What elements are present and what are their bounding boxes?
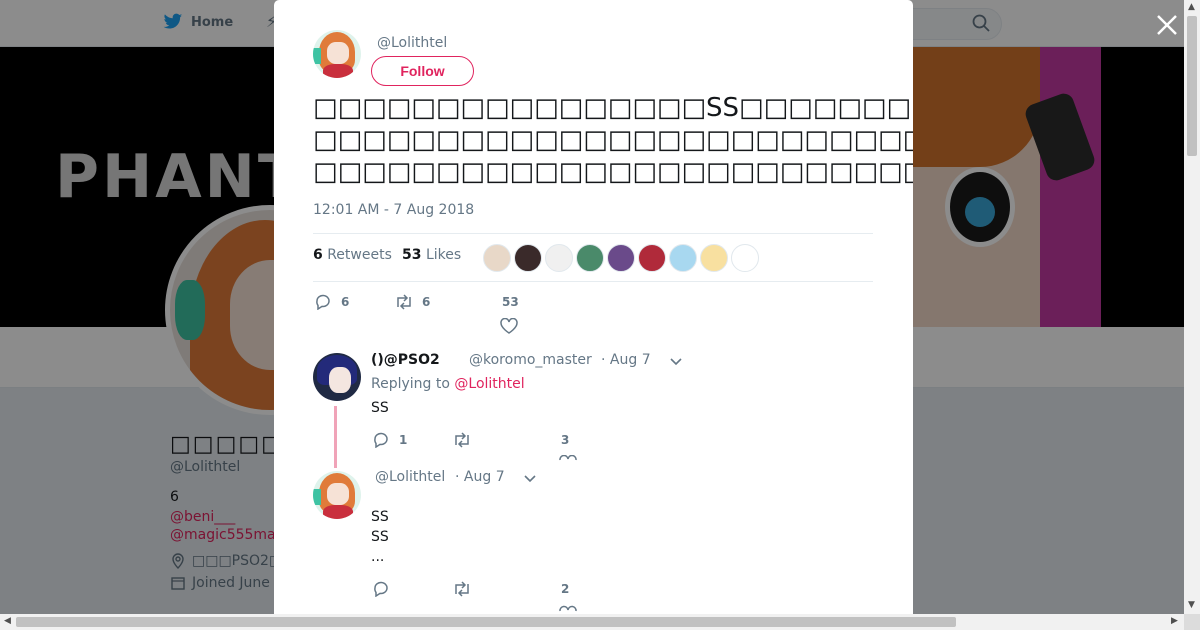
replying-prefix: Replying to: [371, 376, 450, 392]
likes-count: 53: [402, 247, 422, 263]
retweet-icon: [455, 432, 469, 448]
retweet-button[interactable]: [452, 432, 472, 448]
replying-to: Replying to @Lolithtel: [371, 376, 525, 392]
reply-icon: [374, 581, 388, 597]
liker-avatar[interactable]: [514, 244, 542, 272]
scrollbar-corner: [1184, 614, 1200, 630]
scroll-up-arrow-icon[interactable]: ▲: [1188, 2, 1195, 12]
follow-button[interactable]: Follow: [371, 56, 474, 86]
tweet-stats: 6 Retweets 53 Likes: [313, 233, 873, 282]
vertical-scroll-thumb[interactable]: [1187, 16, 1197, 156]
reply-count: 1: [399, 433, 408, 447]
reply-text: SS SS ...: [371, 507, 389, 567]
horizontal-scrollbar[interactable]: ◀ ▶: [0, 614, 1184, 630]
reply-text: SS: [371, 400, 389, 416]
retweets-label: Retweets: [327, 247, 392, 263]
retweets-count: 6: [313, 247, 323, 263]
reply-author-handle[interactable]: @koromo_master: [469, 352, 592, 368]
avatar-face: [327, 483, 349, 505]
thread-line: [334, 406, 337, 468]
like-count: 2: [561, 582, 570, 596]
avatar-face: [327, 42, 349, 64]
avatar-body: [323, 505, 353, 519]
reply-date[interactable]: · Aug 7: [455, 469, 505, 485]
like-count: 53: [502, 295, 519, 309]
like-count: 3: [561, 433, 570, 447]
replying-to-link[interactable]: @Lolithtel: [454, 376, 524, 392]
reply-icon: [374, 432, 388, 448]
retweets-stat[interactable]: 6 Retweets: [313, 247, 392, 263]
scroll-left-arrow-icon[interactable]: ◀: [4, 616, 11, 626]
tweet-timestamp[interactable]: 12:01 AM - 7 Aug 2018: [313, 202, 474, 218]
author-avatar[interactable]: [313, 30, 361, 78]
retweet-icon: [455, 581, 469, 597]
scroll-down-arrow-icon[interactable]: ▼: [1188, 600, 1195, 610]
reply-count: 6: [341, 295, 350, 309]
tweet-line: □□□□□□□□□□□□□□□□□□□□□□□□□□□□□□□□□□□□□□□: [313, 125, 913, 155]
reply-avatar[interactable]: [313, 353, 361, 401]
heart-icon[interactable]: [500, 318, 518, 334]
likes-stat[interactable]: 53 Likes: [402, 247, 461, 263]
liker-avatar[interactable]: [607, 244, 635, 272]
tweet-modal: @Lolithtel Follow □□□□□□□□□□□□□□□□SS□□□□…: [274, 0, 913, 614]
avatar-accent: [313, 48, 321, 64]
tweet-line: □□□□□□□□□□□□□□□□SS□□□□□□□□□□□□□□□□□□□□□□…: [313, 93, 913, 123]
tweet-text: □□□□□□□□□□□□□□□□SS□□□□□□□ □□□□□□□□□□□□□□□…: [313, 92, 913, 188]
heart-icon[interactable]: [559, 604, 577, 614]
chevron-down-icon[interactable]: [670, 355, 682, 367]
retweet-button[interactable]: 6: [394, 294, 430, 310]
avatar-accent: [313, 489, 321, 505]
tweet-line: □□□□□□□□□□□□□□□□□□□□□□□□□□□□□□□□□□□□□□□□…: [313, 157, 913, 187]
reply-icon: [316, 294, 330, 310]
avatar-face: [329, 367, 351, 393]
reply-button[interactable]: 1: [373, 432, 407, 448]
reply-author-handle[interactable]: @Lolithtel: [375, 469, 445, 485]
liker-avatar[interactable]: [731, 244, 759, 272]
liker-avatar[interactable]: [576, 244, 604, 272]
reply-button[interactable]: 6: [315, 294, 349, 310]
scroll-right-arrow-icon[interactable]: ▶: [1171, 616, 1178, 626]
retweet-button[interactable]: [452, 581, 472, 597]
reply-author-name[interactable]: ()@PSO2: [371, 352, 440, 368]
chevron-down-icon[interactable]: [524, 472, 536, 484]
reply-line: SS: [371, 509, 389, 525]
liker-avatar[interactable]: [700, 244, 728, 272]
liker-avatar[interactable]: [638, 244, 666, 272]
reply-line: ...: [371, 549, 385, 565]
likes-label: Likes: [425, 247, 462, 263]
heart-icon[interactable]: [559, 455, 577, 461]
liker-avatar[interactable]: [483, 244, 511, 272]
vertical-scrollbar[interactable]: ▲ ▼: [1184, 0, 1200, 614]
reply-line: SS: [371, 529, 389, 545]
horizontal-scroll-thumb[interactable]: [16, 617, 956, 627]
close-icon[interactable]: [1154, 12, 1180, 38]
author-handle[interactable]: @Lolithtel: [377, 35, 447, 51]
liker-avatar[interactable]: [669, 244, 697, 272]
avatar-body: [323, 64, 353, 78]
reply-date[interactable]: · Aug 7: [601, 352, 651, 368]
reply-avatar[interactable]: [313, 471, 361, 519]
reply-button[interactable]: [373, 581, 391, 597]
likers-list: [483, 244, 759, 272]
retweet-icon: [397, 294, 411, 310]
retweet-count: 6: [422, 295, 431, 309]
liker-avatar[interactable]: [545, 244, 573, 272]
